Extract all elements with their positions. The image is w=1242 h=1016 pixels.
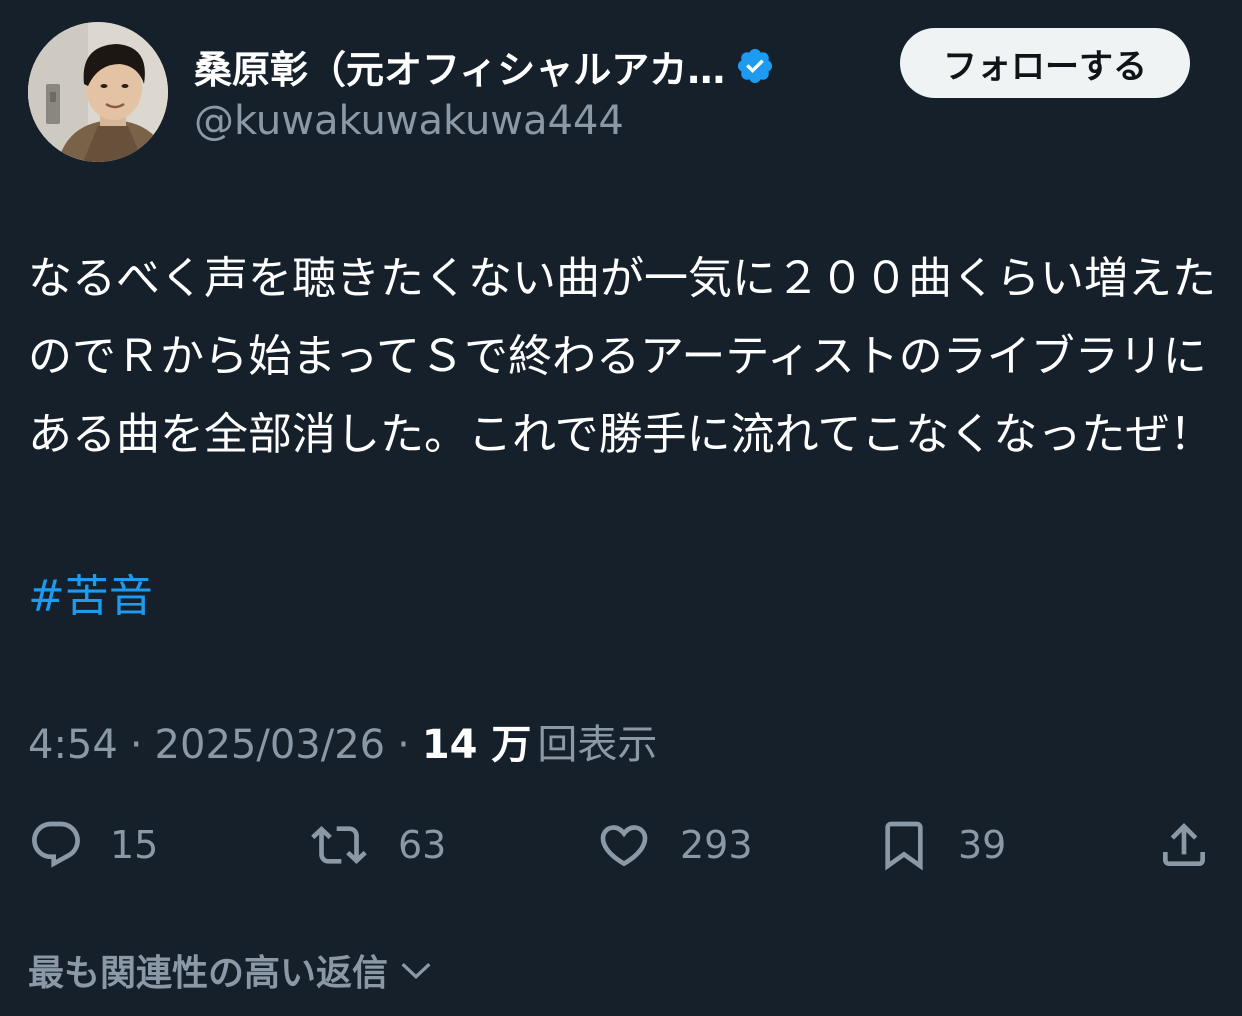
like-count: 293 [680, 823, 753, 867]
views-label[interactable]: 回表示 [537, 712, 657, 770]
verified-badge-icon [735, 46, 775, 86]
replies-sort-label: 最も関連性の高い返信 [28, 953, 389, 994]
heart-icon [600, 825, 648, 867]
author-name-row[interactable]: 桑原彰（元オフィシャルアカ… [194, 38, 775, 94]
share-icon [1163, 823, 1205, 866]
reply-icon [32, 821, 80, 868]
retweet-count: 63 [398, 823, 447, 867]
replies-sort-dropdown[interactable]: 最も関連性の高い返信 [28, 944, 436, 996]
avatar[interactable] [28, 22, 168, 162]
hashtag-link[interactable]: #苦音 [28, 558, 153, 636]
chevron-down-icon [401, 962, 431, 979]
meta-separator: · [397, 722, 410, 768]
tweet-date[interactable]: 2025/03/26 [155, 722, 386, 768]
meta-separator: · [129, 722, 143, 768]
tweet-text: なるべく声を聴きたくない曲が一気に２００曲くらい増えたのでＲから始まってＳで終わ… [28, 253, 1216, 460]
like-button[interactable]: 293 [594, 810, 753, 880]
tweet-detail: 桑原彰（元オフィシャルアカ… @kuwakuwakuwa444 フォローする な… [0, 0, 1242, 1016]
reply-count: 15 [110, 823, 159, 867]
action-bar: 15 63 293 39 [28, 810, 1218, 880]
retweet-button[interactable]: 63 [306, 810, 446, 880]
tweet-meta: 4:54 · 2025/03/26 · 14 万 回表示 [28, 712, 657, 770]
retweet-icon [311, 826, 367, 864]
share-button[interactable] [1156, 810, 1212, 880]
bookmark-button[interactable]: 39 [876, 810, 1006, 880]
reply-button[interactable]: 15 [28, 810, 158, 880]
display-name[interactable]: 桑原彰（元オフィシャルアカ… [194, 39, 725, 94]
views-count[interactable]: 14 万 [422, 712, 532, 770]
tweet-time[interactable]: 4:54 [28, 722, 118, 768]
follow-button[interactable]: フォローする [900, 28, 1190, 98]
author-handle[interactable]: @kuwakuwakuwa444 [194, 98, 624, 144]
bookmark-count: 39 [958, 823, 1007, 867]
bookmark-icon [885, 821, 923, 871]
profile-photo-icon [28, 22, 168, 162]
